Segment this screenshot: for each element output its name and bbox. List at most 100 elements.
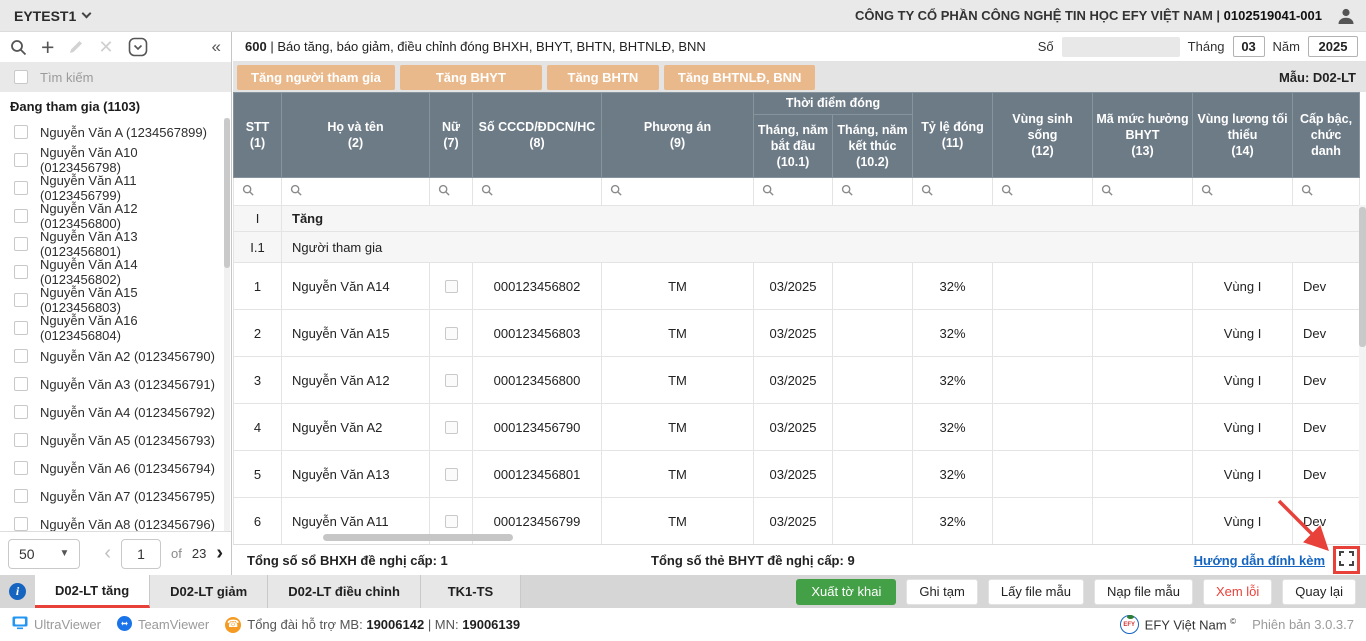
sidebar-scrollbar[interactable] [224,118,230,531]
filter-cell[interactable] [1093,178,1193,206]
add-participant-button[interactable]: Tăng người tham gia [237,65,395,90]
so-input[interactable] [1062,37,1180,57]
filter-cell[interactable] [1293,178,1360,206]
tab-tk1-ts[interactable]: TK1-TS [421,575,521,608]
sidebar-search-row[interactable]: Tìm kiếm [0,62,231,92]
filter-cell[interactable] [833,178,913,206]
col-header-cccd[interactable]: Số CCCD/ĐDCN/HC(8) [473,93,602,178]
list-item[interactable]: Nguyễn Văn A15 (0123456803) [0,286,231,314]
list-item[interactable]: Nguyễn Văn A5 (0123456793) [0,426,231,454]
col-header-bhyt-benefit[interactable]: Mã mức hưởng BHYT(13) [1093,93,1193,178]
item-checkbox[interactable] [14,181,28,195]
select-all-dropdown-icon[interactable] [128,37,148,57]
view-errors-button[interactable]: Xem lỗi [1203,579,1272,605]
item-checkbox[interactable] [14,265,28,279]
list-item[interactable]: Nguyễn Văn A6 (0123456794) [0,454,231,482]
table-horizontal-scrollbar[interactable] [323,534,513,541]
col-header-stt[interactable]: STT(1) [234,93,282,178]
page-size-select[interactable]: 50 ▼ [8,539,80,569]
list-item[interactable]: Nguyễn Văn A2 (0123456790) [0,342,231,370]
female-checkbox[interactable] [445,421,458,434]
filter-cell[interactable] [602,178,754,206]
female-checkbox[interactable] [445,327,458,340]
table-vertical-scrollbar[interactable] [1359,205,1366,544]
attachment-guide-link[interactable]: Hướng dẫn đính kèm [1194,553,1325,568]
add-icon[interactable]: + [41,37,54,57]
list-item[interactable]: Nguyễn Văn A13 (0123456801) [0,230,231,258]
fullscreen-icon[interactable] [1339,551,1354,569]
section-row[interactable]: I Tăng [234,206,1360,232]
filter-cell[interactable] [282,178,430,206]
table-row[interactable]: 2 Nguyễn Văn A15 000123456803 TM 03/2025… [234,310,1360,357]
tab-d02lt-tang[interactable]: D02-LT tăng [35,575,150,608]
ultraviewer-item[interactable]: UltraViewer [12,616,101,633]
year-input[interactable] [1308,36,1358,57]
save-draft-button[interactable]: Ghi tạm [906,579,978,605]
back-button[interactable]: Quay lại [1282,579,1356,605]
get-template-button[interactable]: Lấy file mẫu [988,579,1084,605]
col-header-female[interactable]: Nữ(7) [430,93,473,178]
col-header-min-wage-region[interactable]: Vùng lương tối thiểu(14) [1193,93,1293,178]
female-checkbox[interactable] [445,468,458,481]
edit-icon[interactable] [68,39,84,55]
collapse-sidebar-icon[interactable]: « [212,37,221,57]
item-checkbox[interactable] [14,209,28,223]
female-checkbox[interactable] [445,280,458,293]
col-header-end-month[interactable]: Tháng, năm kết thúc(10.2) [833,115,913,178]
add-bhtn-button[interactable]: Tăng BHTN [547,65,659,90]
item-checkbox[interactable] [14,125,28,139]
list-item[interactable]: Nguyễn Văn A12 (0123456800) [0,202,231,230]
tab-d02lt-giam[interactable]: D02-LT giảm [150,575,268,608]
list-item[interactable]: Nguyễn Văn A (1234567899) [0,118,231,146]
col-header-living-region[interactable]: Vùng sinh sống(12) [993,93,1093,178]
item-checkbox[interactable] [14,405,28,419]
add-bhyt-button[interactable]: Tăng BHYT [400,65,542,90]
list-item[interactable]: Nguyễn Văn A4 (0123456792) [0,398,231,426]
item-checkbox[interactable] [14,433,28,447]
list-item[interactable]: Nguyễn Văn A14 (0123456802) [0,258,231,286]
table-row[interactable]: 1 Nguyễn Văn A14 000123456802 TM 03/2025… [234,263,1360,310]
item-checkbox[interactable] [14,489,28,503]
item-checkbox[interactable] [14,349,28,363]
search-input[interactable]: Tìm kiếm [40,70,93,85]
filter-cell[interactable] [473,178,602,206]
select-all-checkbox[interactable] [14,70,28,84]
item-checkbox[interactable] [14,153,28,167]
table-row[interactable]: 4 Nguyễn Văn A2 000123456790 TM 03/2025 … [234,404,1360,451]
list-item[interactable]: Nguyễn Văn A10 (0123456798) [0,146,231,174]
female-checkbox[interactable] [445,374,458,387]
col-header-rate[interactable]: Tỷ lệ đóng(11) [913,93,993,178]
load-template-button[interactable]: Nạp file mẫu [1094,579,1193,605]
list-item[interactable]: Nguyễn Văn A3 (0123456791) [0,370,231,398]
user-icon[interactable] [1336,6,1356,26]
month-input[interactable] [1233,36,1265,57]
col-header-start-month[interactable]: Tháng, năm bắt đầu(10.1) [754,115,833,178]
item-checkbox[interactable] [14,517,28,531]
item-checkbox[interactable] [14,321,28,335]
item-checkbox[interactable] [14,377,28,391]
teamviewer-item[interactable]: TeamViewer [117,616,209,634]
export-declaration-button[interactable]: Xuất tờ khai [796,579,896,605]
table-row[interactable]: 5 Nguyễn Văn A13 000123456801 TM 03/2025… [234,451,1360,498]
tab-d02lt-dieu-chinh[interactable]: D02-LT điều chỉnh [268,575,421,608]
table-row[interactable]: 3 Nguyễn Văn A12 000123456800 TM 03/2025… [234,357,1360,404]
page-number-input[interactable] [121,539,161,569]
filter-cell[interactable] [1193,178,1293,206]
prev-page-button[interactable]: ‹ [104,542,111,565]
col-header-rank[interactable]: Cấp bậc, chức danh [1293,93,1360,178]
filter-cell[interactable] [754,178,833,206]
account-dropdown[interactable]: EYTEST1 [14,8,90,24]
female-checkbox[interactable] [445,515,458,528]
search-icon[interactable] [10,39,27,56]
list-item[interactable]: Nguyễn Văn A8 (0123456796) [0,510,231,531]
item-checkbox[interactable] [14,293,28,307]
filter-cell[interactable] [993,178,1093,206]
info-icon[interactable]: i [9,583,26,600]
item-checkbox[interactable] [14,237,28,251]
list-item[interactable]: Nguyễn Văn A7 (0123456795) [0,482,231,510]
filter-cell[interactable] [913,178,993,206]
section-row[interactable]: I.1 Người tham gia [234,232,1360,263]
list-item[interactable]: Nguyễn Văn A11 (0123456799) [0,174,231,202]
filter-cell[interactable] [234,178,282,206]
col-header-name[interactable]: Họ và tên(2) [282,93,430,178]
